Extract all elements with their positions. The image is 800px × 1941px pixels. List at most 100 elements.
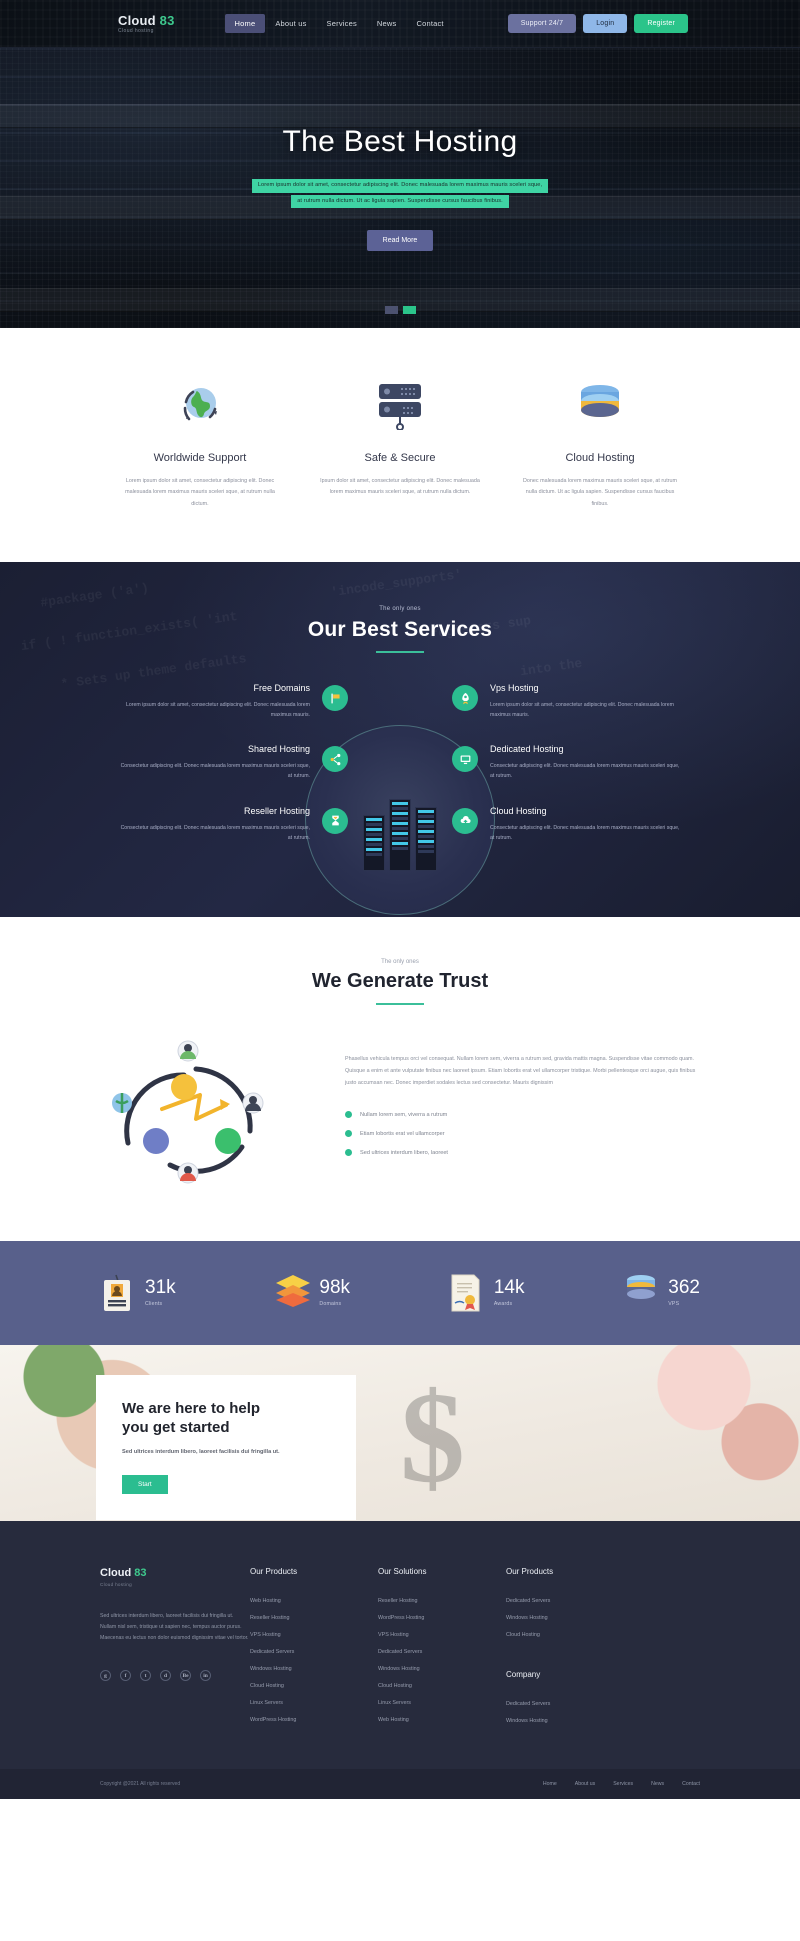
footer-link[interactable]: Dedicated Servers [378,1649,506,1655]
hero-slide-dot-2[interactable] [402,306,416,314]
server-icon [318,376,482,434]
hero-section: The Best Hosting Lorem ipsum dolor sit a… [0,48,800,328]
nav-item-about-us[interactable]: About us [265,14,316,33]
trust-network-illustration [100,1035,315,1185]
stat-value: 14k [493,1277,525,1299]
footer-link[interactable]: Web Hosting [378,1717,506,1723]
footer-link[interactable]: Dedicated Servers [506,1598,634,1604]
footer-link[interactable]: Reseller Hosting [378,1598,506,1604]
hero-slide-dot-1[interactable] [384,306,398,314]
site-logo[interactable]: Cloud 83 Cloud hosting [118,14,175,34]
stat-item: 98k Domains [274,1273,350,1313]
cta-card: We are here to help you get started Sed … [96,1374,356,1520]
trust-bullet: Nullam lorem sem, viverra a rutrum [345,1111,700,1119]
cloud-upload-icon[interactable] [452,807,478,834]
flag-icon[interactable] [322,685,348,712]
footer-link[interactable]: Windows Hosting [378,1666,506,1672]
register-button[interactable]: Register [634,14,688,33]
linkedin-icon[interactable]: in [200,1670,211,1682]
service-row: Free Domains Lorem ipsum dolor sit amet, … [120,683,680,720]
feature-title: Cloud Hosting [565,452,635,464]
trust-bullet-label: Etiam lobortis erat vel ullamcorper [360,1130,445,1137]
footer-column-heading: Company [506,1669,541,1679]
footer-column-heading: Our Products [506,1566,554,1576]
primary-navigation: Home About us Services News Contact [224,14,454,33]
footer-nav-about-us[interactable]: About us [575,1781,595,1787]
services-title-underline [376,651,424,654]
footer-link[interactable]: Linux Servers [378,1700,506,1706]
service-name: Cloud Hosting [490,805,547,816]
layers-icon [274,1273,311,1313]
hourglass-icon[interactable] [322,807,348,834]
footer-link[interactable]: Windows Hosting [506,1615,634,1621]
footer-logo-tagline: Cloud hosting [100,1581,132,1587]
nav-item-home[interactable]: Home [224,14,266,33]
stat-label: VPS [668,1301,680,1308]
footer-link[interactable]: WordPress Hosting [250,1717,378,1723]
service-row: Reseller Hosting Consectetur adipiscing e… [120,806,680,843]
login-button[interactable]: Login [583,14,628,33]
footer-link[interactable]: Dedicated Servers [506,1701,634,1707]
cta-start-button[interactable]: Start [122,1474,168,1494]
twitter-icon[interactable]: t [140,1670,151,1682]
dollar-sign-decoration: $ [400,1365,465,1510]
services-eyebrow: The only ones [379,606,421,613]
footer-link[interactable]: Dedicated Servers [250,1649,378,1655]
footer-link[interactable]: Linux Servers [250,1700,378,1706]
support-button[interactable]: Support 24/7 [507,14,577,33]
feature-description: Lorem ipsum dolor sit amet, consectetur … [125,478,275,507]
rocket-icon[interactable] [452,685,478,712]
stat-label: Awards [493,1301,513,1308]
facebook-icon[interactable]: f [120,1670,131,1682]
nav-item-services[interactable]: Services [317,14,367,33]
service-description: Consectetur adipiscing elit. Donec males… [490,824,680,841]
stat-item: 31k Clients [100,1273,176,1313]
stat-value: 362 [668,1277,700,1299]
dribbble-icon[interactable]: d [160,1670,171,1682]
service-description: Consectetur adipiscing elit. Donec males… [490,763,680,780]
stat-value: 98k [319,1277,351,1299]
google-plus-icon[interactable]: g [100,1670,111,1682]
footer-link[interactable]: Cloud Hosting [378,1683,506,1689]
behance-icon[interactable]: Be [180,1670,191,1682]
footer-link[interactable]: WordPress Hosting [378,1615,506,1621]
footer-nav-home[interactable]: Home [543,1781,557,1787]
stat-label: Domains [319,1301,342,1308]
trust-section: The only ones We Generate Trust Phasellu… [0,916,800,1241]
footer-link[interactable]: Windows Hosting [506,1718,634,1724]
hero-read-more-button[interactable]: Read More [366,230,434,252]
footer-logo-main: Cloud [100,1566,132,1579]
footer-logo[interactable]: Cloud 83 [100,1567,250,1579]
footer-link[interactable]: Web Hosting [250,1598,378,1604]
footer-column-company: Our Products Dedicated Servers Windows Hos… [506,1567,634,1735]
bullet-dot-icon [345,1149,352,1157]
footer-navigation: Home About us Services News Contact [543,1781,700,1787]
monitor-icon[interactable] [452,746,478,773]
trust-text-block: Phasellus vehicula tempus orci vel conse… [345,1035,700,1185]
feature-card: Worldwide Support Lorem ipsum dolor sit a… [100,376,300,510]
feature-description: Donec malesuada lorem maximus mauris sce… [523,478,678,507]
footer-link[interactable]: VPS Hosting [250,1632,378,1638]
logo-text-main: Cloud [118,12,156,28]
footer-nav-services[interactable]: Services [613,1781,633,1787]
footer-nav-contact[interactable]: Contact [682,1781,700,1787]
footer-nav-news[interactable]: News [651,1781,664,1787]
footer-link[interactable]: Cloud Hosting [506,1632,634,1638]
nav-item-contact[interactable]: Contact [406,14,453,33]
footer-link[interactable]: Cloud Hosting [250,1683,378,1689]
footer-link[interactable]: VPS Hosting [378,1632,506,1638]
footer-about-text: Sed ultrices interdum libero, laoreet fa… [100,1612,249,1642]
feature-description: Ipsum dolor sit amet, consectetur adipis… [320,478,480,496]
footer-link[interactable]: Reseller Hosting [250,1615,378,1621]
trust-bullet-label: Nullam lorem sem, viverra a rutrum [360,1111,448,1118]
share-icon[interactable] [322,746,348,773]
feature-card: Cloud Hosting Donec malesuada lorem maxim… [500,376,700,510]
logo-text-accent: 83 [159,12,175,28]
hero-slider-dots [0,306,800,314]
footer-link[interactable]: Windows Hosting [250,1666,378,1672]
footer-column-heading: Our Solutions [378,1566,427,1576]
footer-brand-column: Cloud 83 Cloud hosting Sed ultrices inte… [100,1567,250,1735]
nav-item-news[interactable]: News [367,14,407,33]
footer-social-links: g f t d Be in [100,1670,250,1682]
service-row: Shared Hosting Consectetur adipiscing eli… [120,744,680,781]
